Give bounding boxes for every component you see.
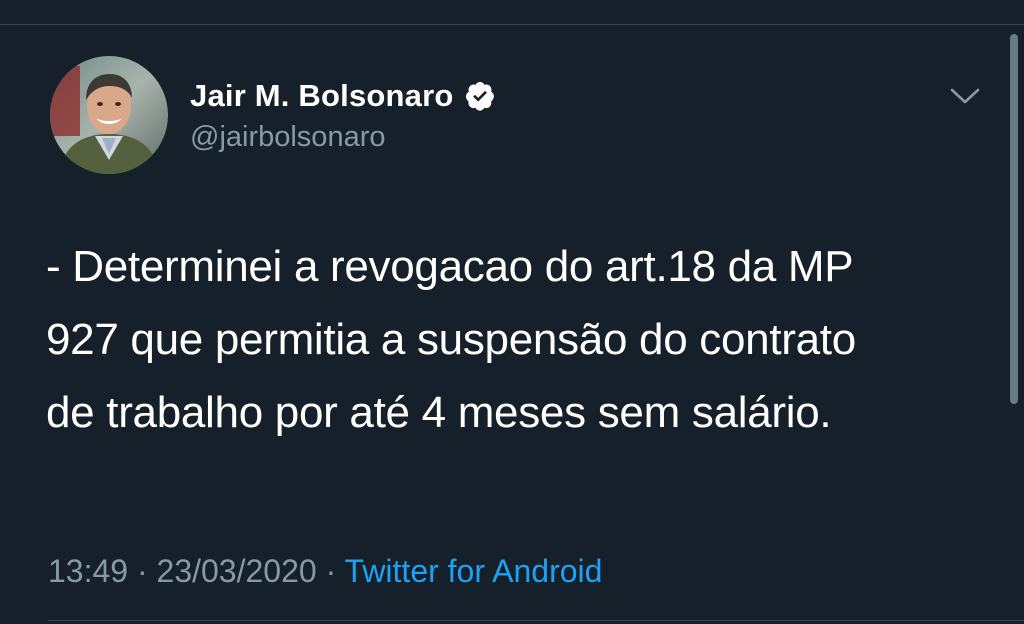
chevron-down-icon[interactable] — [948, 84, 982, 108]
meta-separator: · — [136, 553, 148, 589]
tweet-text-line: 927 que permitia a suspensão do contrato — [46, 315, 856, 364]
bottom-divider — [48, 620, 1024, 621]
tweet-text: - Determinei a revogacao do art.18 da MP… — [46, 230, 996, 449]
tweet-date[interactable]: 23/03/2020 — [157, 553, 317, 589]
tweet-text-line: de trabalho por até 4 meses sem salário. — [46, 388, 832, 437]
scrollbar[interactable] — [1010, 34, 1018, 404]
tweet-source-link[interactable]: Twitter for Android — [345, 553, 603, 589]
display-name-text[interactable]: Jair M. Bolsonaro — [190, 76, 454, 116]
tweet-text-line: - Determinei a revogacao do art.18 da MP — [46, 242, 854, 291]
avatar[interactable] — [50, 56, 168, 174]
display-name[interactable]: Jair M. Bolsonaro — [190, 76, 496, 116]
tweet-time[interactable]: 13:49 — [48, 553, 128, 589]
avatar-photo — [50, 56, 168, 174]
meta-separator: · — [325, 553, 337, 589]
verified-badge-icon — [464, 80, 496, 112]
username[interactable]: @jairbolsonaro — [190, 118, 385, 156]
top-divider — [0, 24, 1024, 25]
tweet-meta: 13:49 · 23/03/2020 · Twitter for Android — [48, 550, 602, 592]
